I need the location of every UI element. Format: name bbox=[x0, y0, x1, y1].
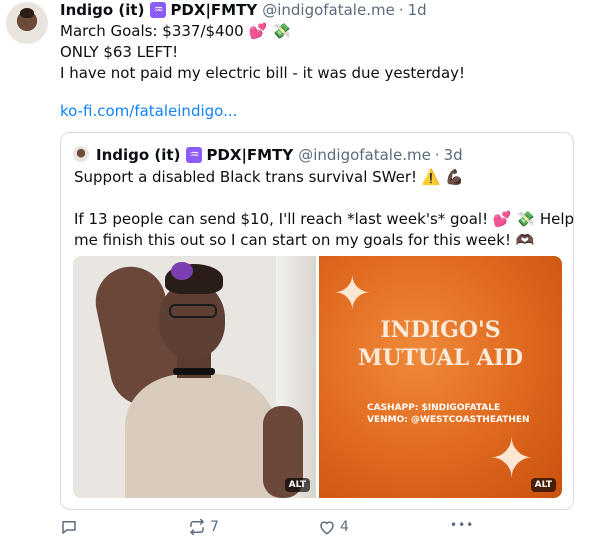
aquarius-icon: ♒ bbox=[186, 147, 203, 163]
more-button[interactable]: ••• bbox=[450, 518, 474, 532]
purple-hair bbox=[171, 262, 193, 280]
quoted-line-text: If 13 people can send $10, I'll reach *l… bbox=[74, 210, 489, 228]
flexed-biceps-icon: 💪🏿 bbox=[445, 168, 464, 186]
post: Indigo (it) ♒ PDX|FMTY @indigofatale.me … bbox=[0, 0, 590, 552]
selfie-image[interactable]: ALT bbox=[73, 256, 316, 498]
money-wings-icon: 💸 bbox=[271, 22, 291, 40]
quoted-author-name[interactable]: Indigo (it) bbox=[96, 146, 180, 164]
post-actions: 7 4 ••• bbox=[60, 518, 490, 542]
two-hearts-icon: 💕 bbox=[248, 22, 268, 40]
repost-icon bbox=[190, 518, 204, 536]
post-body: March Goals: $337/$400 💕 💸 ONLY $63 LEFT… bbox=[60, 21, 580, 84]
post-line: March Goals: $337/$400 💕 💸 bbox=[60, 21, 580, 42]
reply-button[interactable] bbox=[60, 518, 82, 536]
post-line-text: I have not paid my electric bill - it wa… bbox=[60, 64, 466, 82]
tank-top bbox=[125, 374, 275, 498]
glasses bbox=[169, 304, 217, 318]
title-line: MUTUAL AID bbox=[357, 345, 524, 371]
payment-info: CASHAPP: $INDIGOFATALE VENMO: @WESTCOAST… bbox=[367, 402, 530, 426]
sparkle-icon: ✦ bbox=[489, 427, 535, 490]
quoted-post-time[interactable]: 3d bbox=[444, 146, 463, 164]
warning-icon: ⚠️ bbox=[421, 168, 441, 186]
separator: · bbox=[434, 146, 440, 164]
reply-icon bbox=[62, 521, 76, 534]
author-location: PDX|FMTY bbox=[170, 1, 258, 19]
post-header: Indigo (it) ♒ PDX|FMTY @indigofatale.me … bbox=[60, 0, 427, 20]
repost-count: 7 bbox=[210, 519, 219, 535]
money-wings-icon: 💸 bbox=[516, 210, 536, 228]
post-line-text: March Goals: $337/$400 bbox=[60, 22, 244, 40]
title-line: INDIGO'S bbox=[380, 317, 501, 343]
aquarius-icon: ♒ bbox=[150, 2, 167, 18]
mutual-aid-title: INDIGO'S MUTUAL AID bbox=[319, 316, 562, 372]
quoted-line: If 13 people can send $10, I'll reach *l… bbox=[74, 209, 574, 230]
quoted-author-location: PDX|FMTY bbox=[206, 146, 294, 164]
like-button[interactable]: 4 bbox=[318, 518, 349, 536]
author-avatar[interactable] bbox=[6, 2, 48, 44]
mutual-aid-image[interactable]: ✦ ✦ INDIGO'S MUTUAL AID CASHAPP: $INDIGO… bbox=[319, 256, 562, 498]
quoted-line: Support a disabled Black trans survival … bbox=[74, 167, 562, 188]
kofi-link[interactable]: ko-fi.com/fataleindigo... bbox=[60, 102, 237, 120]
heart-icon bbox=[320, 521, 334, 535]
more-icon: ••• bbox=[450, 518, 475, 532]
author-handle[interactable]: @indigofatale.me bbox=[262, 1, 395, 19]
quoted-post[interactable]: Indigo (it) ♒ PDX|FMTY @indigofatale.me … bbox=[60, 132, 574, 510]
quoted-line: me finish this out so I can start on my … bbox=[74, 230, 562, 251]
post-time[interactable]: 1d bbox=[408, 1, 427, 19]
sparkle-icon: ✦ bbox=[333, 266, 372, 320]
like-count: 4 bbox=[340, 519, 349, 535]
heart-hands-icon: 🫶🏿 bbox=[515, 231, 535, 249]
separator: · bbox=[398, 1, 404, 19]
quoted-author-handle[interactable]: @indigofatale.me bbox=[298, 146, 431, 164]
quoted-line-text: me finish this out so I can start on my … bbox=[74, 231, 511, 249]
choker bbox=[173, 368, 215, 375]
alt-badge[interactable]: ALT bbox=[284, 478, 310, 492]
quoted-post-body: Support a disabled Black trans survival … bbox=[74, 167, 574, 251]
quoted-author-avatar[interactable] bbox=[73, 146, 89, 162]
venmo-line: VENMO: @WESTCOASTHEATHEN bbox=[367, 415, 530, 425]
quoted-post-header: Indigo (it) ♒ PDX|FMTY @indigofatale.me … bbox=[96, 145, 463, 165]
post-line-text: ONLY $63 LEFT! bbox=[60, 43, 179, 61]
alt-badge[interactable]: ALT bbox=[530, 478, 556, 492]
author-name[interactable]: Indigo (it) bbox=[60, 1, 144, 19]
cashapp-line: CASHAPP: $INDIGOFATALE bbox=[367, 403, 501, 413]
two-hearts-icon: 💕 bbox=[492, 210, 512, 228]
quoted-line-text: Support a disabled Black trans survival … bbox=[74, 168, 418, 186]
repost-button[interactable]: 7 bbox=[188, 518, 219, 536]
quoted-line-text: Help bbox=[539, 210, 575, 228]
